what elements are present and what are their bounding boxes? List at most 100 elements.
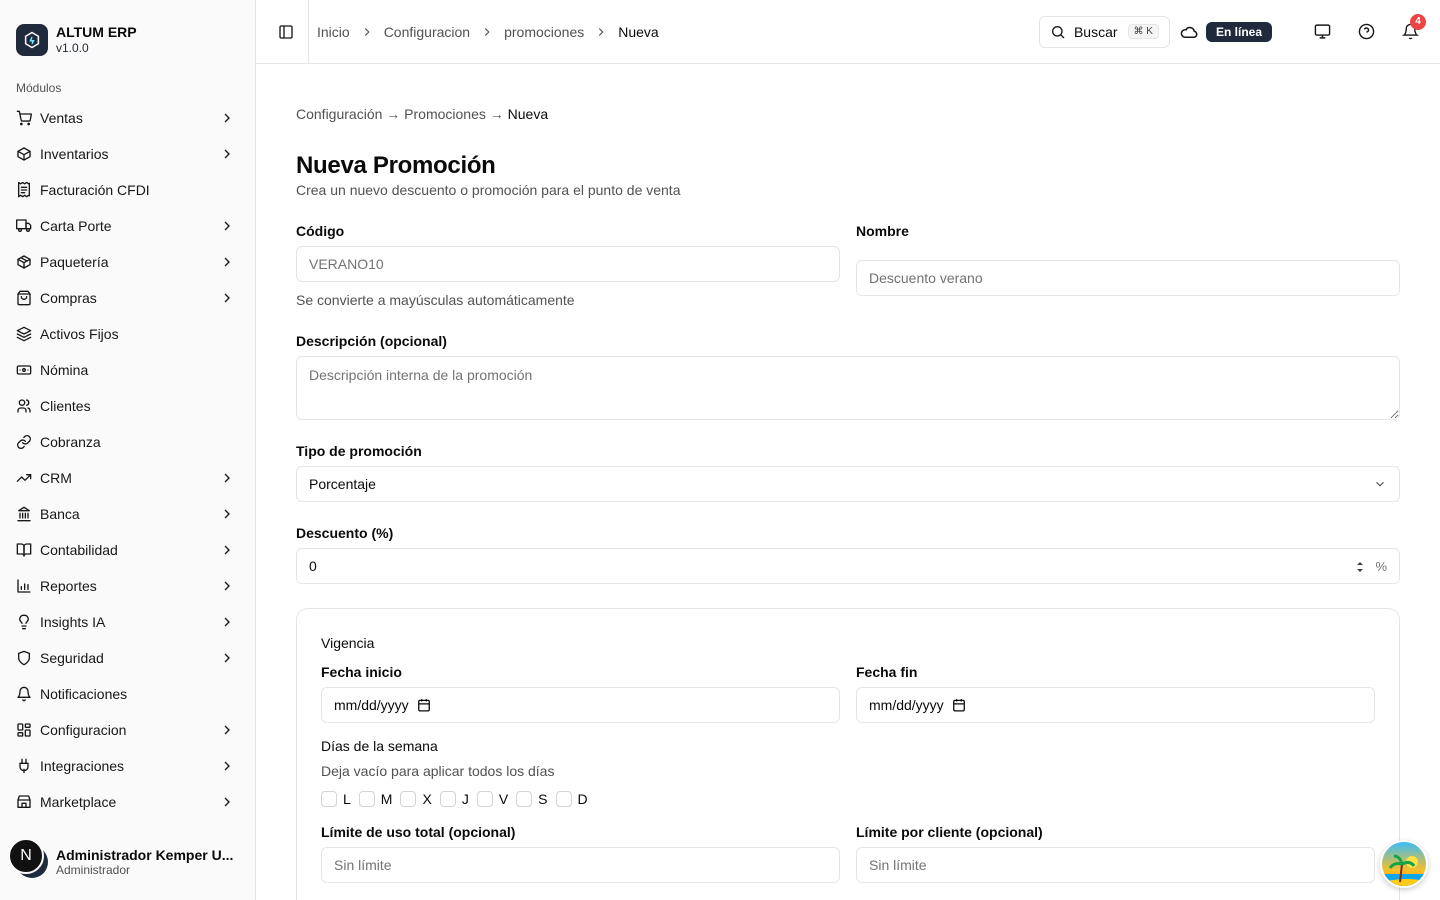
panel-left-icon bbox=[279, 24, 293, 39]
sidebar-item-facturacion-cfdi[interactable]: Facturación CFDI bbox=[0, 172, 255, 208]
sidebar-item-label: Notificaciones bbox=[40, 686, 128, 702]
sidebar-item-inventarios[interactable]: Inventarios bbox=[0, 136, 255, 172]
sidebar-item-notificaciones[interactable]: Notificaciones bbox=[0, 676, 255, 712]
fecha-fin-input[interactable]: mm/dd/yyyy bbox=[856, 687, 1375, 723]
assistant-avatar-button[interactable] bbox=[1380, 840, 1428, 888]
sidebar-item-banca[interactable]: Banca bbox=[0, 496, 255, 532]
sidebar-item-carta-porte[interactable]: Carta Porte bbox=[0, 208, 255, 244]
checkbox[interactable] bbox=[400, 791, 417, 807]
lightbulb-icon bbox=[16, 614, 32, 630]
sidebar-item-label: Cobranza bbox=[40, 434, 101, 450]
brand[interactable]: ALTUM ERP v1.0.0 bbox=[0, 0, 255, 64]
descuento-input[interactable]: 0 % bbox=[296, 548, 1400, 584]
nombre-input[interactable] bbox=[856, 260, 1400, 296]
chevron-right-icon bbox=[480, 25, 494, 39]
limite-total-input[interactable] bbox=[321, 847, 840, 883]
cloud-icon bbox=[1180, 26, 1198, 38]
main-area: Inicio Configuracion promociones Nueva B… bbox=[256, 0, 1440, 900]
breadcrumb-configuracion[interactable]: Configuracion bbox=[384, 24, 470, 40]
store-icon bbox=[16, 794, 32, 810]
book-icon bbox=[16, 542, 32, 558]
sidebar-item-compras[interactable]: Compras bbox=[0, 280, 255, 316]
vigencia-card: Vigencia Fecha inicio mm/dd/yyyy Fecha f… bbox=[296, 608, 1400, 900]
sidebar-item-label: Integraciones bbox=[40, 758, 125, 774]
sidebar-item-integraciones[interactable]: Integraciones bbox=[0, 748, 255, 784]
sidebar-item-insights-ia[interactable]: Insights IA bbox=[0, 604, 255, 640]
receipt-icon bbox=[16, 182, 32, 198]
number-spinner-icon[interactable] bbox=[1355, 559, 1365, 575]
sidebar-item-reportes[interactable]: Reportes bbox=[0, 568, 255, 604]
sidebar-item-label: Seguridad bbox=[40, 650, 104, 666]
sidebar-item-configuracion[interactable]: Configuracion bbox=[0, 712, 255, 748]
sidebar-toggle-button[interactable] bbox=[272, 18, 300, 46]
chevron-right-icon bbox=[224, 797, 230, 807]
descripcion-textarea[interactable] bbox=[296, 356, 1400, 420]
sidebar-item-label: Inventarios bbox=[40, 146, 109, 162]
brand-logo-icon bbox=[16, 24, 48, 56]
checkbox[interactable] bbox=[516, 791, 533, 807]
page-breadcrumb: Configuración → Promociones → Nueva bbox=[296, 106, 548, 122]
link-icon bbox=[16, 434, 32, 450]
status-badge: En línea bbox=[1205, 21, 1272, 42]
chevron-right-icon bbox=[224, 473, 230, 483]
sidebar-item-clientes[interactable]: Clientes bbox=[0, 388, 255, 424]
help-button[interactable] bbox=[1352, 18, 1380, 46]
breadcrumb-promociones[interactable]: promociones bbox=[504, 24, 584, 40]
day-checkbox-v[interactable]: V bbox=[476, 791, 508, 807]
user-role: Administrador bbox=[56, 863, 131, 877]
sidebar-item-marketplace[interactable]: Marketplace bbox=[0, 784, 255, 820]
fecha-inicio-input[interactable]: mm/dd/yyyy bbox=[321, 687, 840, 723]
day-label: L bbox=[343, 791, 351, 807]
descuento-value: 0 bbox=[309, 558, 317, 574]
day-label: J bbox=[461, 791, 469, 807]
display-button[interactable] bbox=[1308, 18, 1336, 46]
dias-label: Días de la semana bbox=[321, 738, 438, 754]
sidebar-item-paqueteria[interactable]: Paquetería bbox=[0, 244, 255, 280]
page-breadcrumb-configuracion[interactable]: Configuración bbox=[296, 106, 382, 122]
topbar-divider bbox=[308, 0, 309, 64]
day-label: X bbox=[422, 791, 432, 807]
checkbox[interactable] bbox=[476, 791, 493, 807]
sidebar-item-crm[interactable]: CRM bbox=[0, 460, 255, 496]
page-breadcrumb-promociones[interactable]: Promociones bbox=[404, 106, 486, 122]
calendar-icon[interactable] bbox=[417, 698, 431, 712]
day-checkbox-d[interactable]: D bbox=[555, 791, 588, 807]
sidebar-item-activos-fijos[interactable]: Activos Fijos bbox=[0, 316, 255, 352]
checkbox[interactable] bbox=[555, 791, 572, 807]
breadcrumb-inicio[interactable]: Inicio bbox=[317, 24, 350, 40]
checkbox[interactable] bbox=[321, 791, 337, 807]
sidebar-item-label: Activos Fijos bbox=[40, 326, 119, 342]
chevron-right-icon bbox=[224, 617, 230, 627]
codigo-input[interactable] bbox=[296, 246, 840, 282]
sidebar-item-label: Ventas bbox=[40, 110, 83, 126]
day-checkbox-s[interactable]: S bbox=[516, 791, 548, 807]
sidebar-item-ventas[interactable]: Ventas bbox=[0, 100, 255, 136]
search-button[interactable]: Buscar ⌘ K bbox=[1038, 15, 1170, 48]
sidebar-item-seguridad[interactable]: Seguridad bbox=[0, 640, 255, 676]
avatar: N bbox=[8, 838, 48, 878]
brand-version: v1.0.0 bbox=[56, 41, 89, 55]
limite-cliente-input[interactable] bbox=[856, 847, 1375, 883]
notifications-count: 4 bbox=[1410, 13, 1426, 30]
chevron-right-icon bbox=[224, 149, 230, 159]
day-checkbox-m[interactable]: M bbox=[358, 791, 392, 807]
checkbox[interactable] bbox=[439, 791, 456, 807]
tipo-select[interactable]: Porcentaje bbox=[296, 466, 1400, 502]
codigo-hint: Se convierte a mayúsculas automáticament… bbox=[296, 292, 575, 308]
sidebar-item-contabilidad[interactable]: Contabilidad bbox=[0, 532, 255, 568]
search-shortcut: ⌘ K bbox=[1127, 24, 1159, 39]
bell-icon bbox=[16, 686, 32, 702]
descripcion-label: Descripción (opcional) bbox=[296, 333, 447, 349]
limite-total-label: Límite de uso total (opcional) bbox=[321, 824, 516, 840]
calendar-icon[interactable] bbox=[952, 698, 966, 712]
day-checkbox-l[interactable]: L bbox=[321, 791, 351, 807]
sidebar-item-nomina[interactable]: Nómina bbox=[0, 352, 255, 388]
user-menu[interactable]: N Administrador Kemper U... Administrado… bbox=[0, 824, 255, 900]
day-checkbox-x[interactable]: X bbox=[400, 791, 432, 807]
vigencia-title: Vigencia bbox=[321, 635, 375, 651]
sidebar-item-cobranza[interactable]: Cobranza bbox=[0, 424, 255, 460]
user-name: Administrador Kemper U... bbox=[56, 847, 234, 863]
notifications-button[interactable]: 4 bbox=[1396, 13, 1426, 46]
day-checkbox-j[interactable]: J bbox=[439, 791, 469, 807]
checkbox[interactable] bbox=[358, 791, 375, 807]
